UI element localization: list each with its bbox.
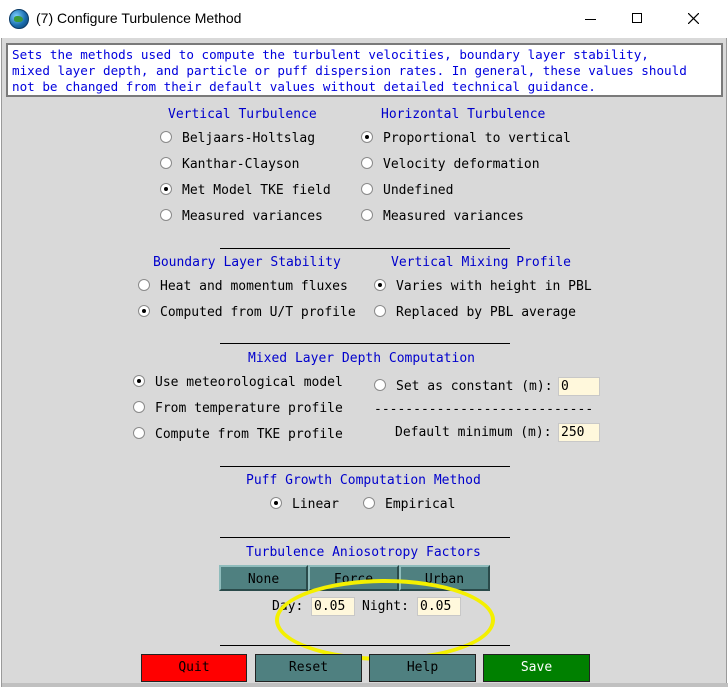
radio-velocity-deformation[interactable]: Velocity deformation	[361, 156, 540, 174]
radio-icon	[363, 497, 375, 509]
radio-icon	[133, 401, 145, 413]
day-factor-input[interactable]: 0.05	[311, 597, 355, 616]
radio-from-temperature-profile[interactable]: From temperature profile	[133, 400, 343, 418]
radio-icon	[374, 305, 386, 317]
radio-heat-momentum-fluxes[interactable]: Heat and momentum fluxes	[138, 278, 348, 296]
mixed-layer-depth-header: Mixed Layer Depth Computation	[248, 351, 475, 366]
day-label: Day:	[272, 599, 304, 614]
boundary-layer-stability-header: Boundary Layer Stability	[153, 255, 341, 270]
anisotropy-none-button[interactable]: None	[219, 565, 308, 591]
anisotropy-force-button[interactable]: Force	[308, 565, 399, 591]
radio-beljaars-holtslag[interactable]: Beljaars-Holtslag	[160, 130, 315, 148]
radio-selected-icon	[270, 497, 282, 509]
radio-icon	[361, 209, 373, 221]
puff-growth-header: Puff Growth Computation Method	[246, 473, 481, 488]
night-label: Night:	[362, 599, 409, 614]
divider	[220, 248, 510, 249]
anisotropy-urban-button[interactable]: Urban	[399, 565, 490, 591]
horizontal-turbulence-header: Horizontal Turbulence	[381, 107, 546, 122]
close-button[interactable]	[670, 0, 716, 38]
info-text: Sets the methods used to compute the tur…	[6, 43, 723, 97]
divider	[220, 645, 510, 646]
vertical-mixing-profile-header: Vertical Mixing Profile	[391, 255, 572, 270]
radio-icon	[374, 379, 386, 391]
radio-selected-icon	[160, 183, 172, 195]
radio-icon	[361, 157, 373, 169]
night-factor-input[interactable]: 0.05	[417, 597, 461, 616]
radio-icon	[133, 427, 145, 439]
info-line: not be changed from their default values…	[12, 79, 596, 94]
info-line: mixed layer depth, and particle or puff …	[12, 63, 687, 78]
status-bar	[2, 683, 728, 687]
radio-undefined[interactable]: Undefined	[361, 182, 453, 200]
vertical-turbulence-header: Vertical Turbulence	[168, 107, 317, 122]
default-minimum-label: Default minimum (m):	[395, 425, 552, 440]
radio-use-met-model[interactable]: Use meteorological model	[133, 374, 343, 392]
window-title: (7) Configure Turbulence Method	[36, 10, 242, 26]
help-button[interactable]: Help	[369, 654, 476, 682]
info-line: Sets the methods used to compute the tur…	[12, 47, 649, 62]
radio-selected-icon	[374, 279, 386, 291]
radio-replaced-by-pbl-average[interactable]: Replaced by PBL average	[374, 304, 576, 322]
radio-icon	[361, 183, 373, 195]
close-icon	[688, 13, 699, 24]
default-minimum-input[interactable]: 250	[558, 423, 600, 442]
radio-set-as-constant[interactable]: Set as constant (m):	[374, 378, 553, 396]
radio-computed-from-ut-profile[interactable]: Computed from U/T profile	[138, 304, 356, 322]
title-bar: (7) Configure Turbulence Method	[0, 0, 728, 38]
radio-icon	[160, 131, 172, 143]
radio-measured-variances-horizontal[interactable]: Measured variances	[361, 208, 524, 226]
maximize-button[interactable]	[614, 0, 660, 38]
divider	[220, 466, 510, 467]
globe-icon	[9, 9, 29, 29]
radio-met-model-tke[interactable]: Met Model TKE field	[160, 182, 331, 200]
reset-button[interactable]: Reset	[255, 654, 362, 682]
radio-selected-icon	[133, 375, 145, 387]
separator-dashes: ----------------------------	[374, 402, 594, 417]
minimize-button[interactable]	[568, 0, 614, 38]
constant-depth-input[interactable]: 0	[558, 377, 600, 396]
radio-varies-with-height[interactable]: Varies with height in PBL	[374, 278, 592, 296]
radio-icon	[160, 157, 172, 169]
radio-icon	[160, 209, 172, 221]
quit-button[interactable]: Quit	[141, 654, 247, 682]
radio-selected-icon	[138, 305, 150, 317]
divider	[220, 537, 510, 538]
radio-linear[interactable]: Linear	[270, 496, 339, 514]
anisotropy-header: Turbulence Aniosotropy Factors	[246, 545, 481, 560]
radio-icon	[138, 279, 150, 291]
radio-empirical[interactable]: Empirical	[363, 496, 455, 514]
save-button[interactable]: Save	[483, 654, 590, 682]
radio-kanthar-clayson[interactable]: Kanthar-Clayson	[160, 156, 299, 174]
radio-selected-icon	[361, 131, 373, 143]
divider	[220, 343, 510, 344]
radio-measured-variances-vertical[interactable]: Measured variances	[160, 208, 323, 226]
radio-proportional-to-vertical[interactable]: Proportional to vertical	[361, 130, 571, 148]
radio-compute-from-tke[interactable]: Compute from TKE profile	[133, 426, 343, 444]
dialog-body: Sets the methods used to compute the tur…	[1, 38, 728, 687]
